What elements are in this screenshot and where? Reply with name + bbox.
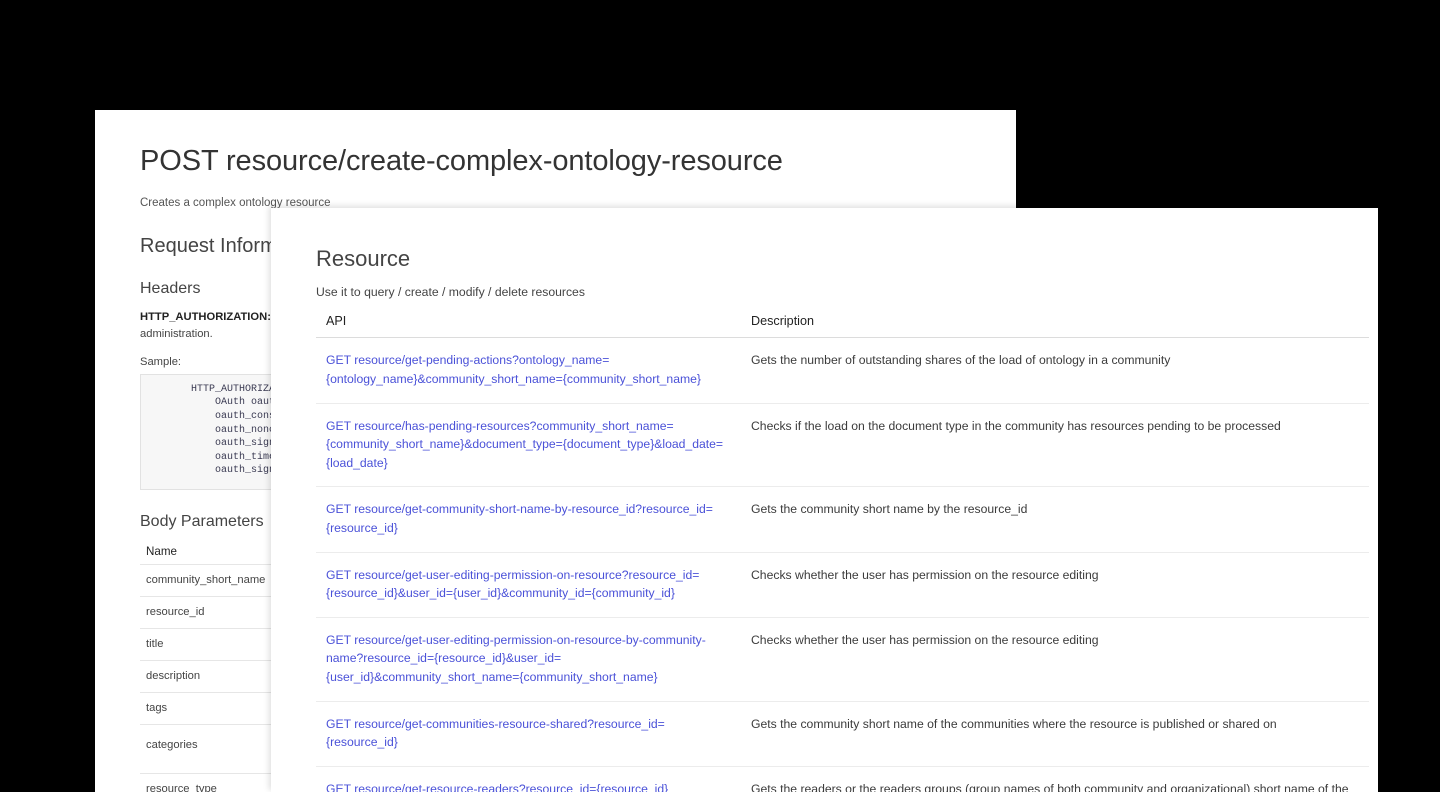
api-description: Checks whether the user has permission o… bbox=[741, 617, 1369, 702]
screenshot-stage: POST resource/create-complex-ontology-re… bbox=[0, 0, 1440, 792]
resource-panel-content: Resource Use it to query / create / modi… bbox=[316, 246, 1369, 792]
parameter-name: resource_type bbox=[140, 773, 280, 792]
table-row: community_short_name bbox=[140, 564, 280, 597]
table-header-row: API Description bbox=[316, 314, 1369, 339]
table-row: tags bbox=[140, 692, 280, 725]
column-header-name: Name bbox=[140, 542, 280, 565]
section-title: Resource bbox=[316, 246, 411, 271]
column-header-api: API bbox=[316, 314, 741, 339]
api-link[interactable]: GET resource/get-user-editing-permission… bbox=[326, 631, 731, 687]
api-link[interactable]: GET resource/get-communities-resource-sh… bbox=[326, 715, 731, 752]
table-row: GET resource/get-pending-actions?ontolog… bbox=[316, 337, 1369, 404]
api-link[interactable]: GET resource/get-pending-actions?ontolog… bbox=[326, 351, 731, 388]
api-cell: GET resource/get-user-editing-permission… bbox=[316, 617, 741, 702]
table-row: categories bbox=[140, 724, 280, 774]
header-key-label: HTTP_AUTHORIZATION: bbox=[140, 311, 271, 324]
api-cell: GET resource/get-resource-readers?resour… bbox=[316, 766, 741, 792]
api-description: Checks if the load on the document type … bbox=[741, 403, 1369, 488]
api-description: Gets the community short name of the com… bbox=[741, 701, 1369, 767]
table-row: resource_id bbox=[140, 596, 280, 629]
api-cell: GET resource/get-pending-actions?ontolog… bbox=[316, 337, 741, 404]
resource-api-panel: Resource Use it to query / create / modi… bbox=[271, 208, 1378, 792]
parameter-name: categories bbox=[140, 724, 280, 774]
parameter-name: title bbox=[140, 628, 280, 661]
api-link[interactable]: GET resource/get-resource-readers?resour… bbox=[326, 780, 731, 792]
table-row: GET resource/get-resource-readers?resour… bbox=[316, 766, 1369, 792]
table-row: resource_type bbox=[140, 773, 280, 792]
table-row: GET resource/get-community-short-name-by… bbox=[316, 486, 1369, 553]
section-subtitle: Use it to query / create / modify / dele… bbox=[316, 285, 585, 300]
parameter-name: resource_id bbox=[140, 596, 280, 629]
api-cell: GET resource/get-user-editing-permission… bbox=[316, 552, 741, 618]
api-description: Gets the number of outstanding shares of… bbox=[741, 337, 1369, 404]
table-row: GET resource/get-communities-resource-sh… bbox=[316, 701, 1369, 767]
table-row: GET resource/get-user-editing-permission… bbox=[316, 617, 1369, 702]
parameter-name: description bbox=[140, 660, 280, 693]
parameter-name: community_short_name bbox=[140, 564, 280, 597]
api-cell: GET resource/get-community-short-name-by… bbox=[316, 486, 741, 553]
api-description: Checks whether the user has permission o… bbox=[741, 552, 1369, 618]
column-header-description: Description bbox=[741, 314, 1369, 339]
api-link[interactable]: GET resource/get-community-short-name-by… bbox=[326, 500, 731, 537]
page-title: POST resource/create-complex-ontology-re… bbox=[140, 145, 783, 177]
api-link[interactable]: GET resource/get-user-editing-permission… bbox=[326, 566, 731, 603]
table-row: GET resource/has-pending-resources?commu… bbox=[316, 403, 1369, 488]
api-description: Gets the readers or the readers groups (… bbox=[741, 766, 1369, 792]
api-table: API Description GET resource/get-pending… bbox=[316, 314, 1369, 792]
table-row: GET resource/get-user-editing-permission… bbox=[316, 552, 1369, 618]
table-row: title bbox=[140, 628, 280, 661]
api-description: Gets the community short name by the res… bbox=[741, 486, 1369, 553]
parameter-name: tags bbox=[140, 692, 280, 725]
api-cell: GET resource/get-communities-resource-sh… bbox=[316, 701, 741, 767]
api-link[interactable]: GET resource/has-pending-resources?commu… bbox=[326, 417, 731, 473]
api-cell: GET resource/has-pending-resources?commu… bbox=[316, 403, 741, 488]
header-description-text-line2: administration. bbox=[140, 327, 213, 340]
body-parameters-table: Name community_short_name resource_id ti… bbox=[140, 542, 280, 792]
table-header-row: Name bbox=[140, 542, 280, 565]
table-row: description bbox=[140, 660, 280, 693]
